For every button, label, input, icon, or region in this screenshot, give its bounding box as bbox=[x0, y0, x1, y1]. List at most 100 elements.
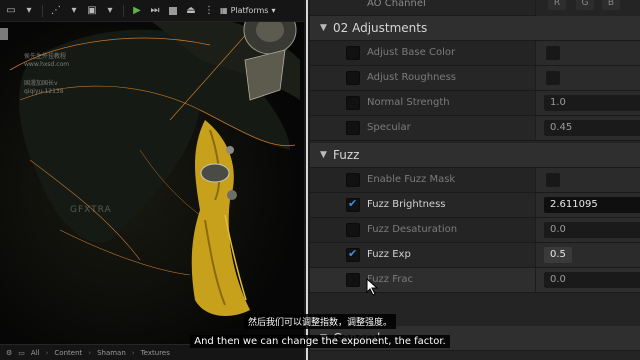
watermark-center: GFXTRA bbox=[70, 205, 112, 215]
watermark-line: 侯先生外挂教程 bbox=[24, 53, 67, 60]
name-column: Fuzz Brightness bbox=[310, 193, 535, 217]
mouse-cursor-icon bbox=[366, 278, 378, 296]
numeric-input[interactable]: 0.5 bbox=[544, 247, 572, 263]
crumb-textures[interactable]: Textures bbox=[141, 349, 170, 357]
platforms-icon: ▦ bbox=[220, 6, 228, 15]
viewport-options-tab[interactable] bbox=[0, 28, 8, 40]
property-label: Adjust Roughness bbox=[367, 72, 456, 83]
channel-g-toggle[interactable]: G bbox=[576, 0, 594, 10]
transform-tools-icon[interactable]: ⋰ bbox=[49, 4, 63, 18]
override-checkbox[interactable] bbox=[346, 46, 360, 60]
dropdown-chevron-icon[interactable]: ▾ bbox=[103, 4, 117, 18]
watermark-text: 国漫加国长v qiqiyu-12138 bbox=[24, 80, 64, 96]
watermark-line: 国漫加国长v bbox=[24, 80, 58, 87]
property-label: Specular bbox=[367, 122, 411, 133]
folder-icon[interactable]: ▭ bbox=[18, 349, 25, 357]
value-column: 1.0 bbox=[535, 91, 640, 115]
section-title: General bbox=[333, 331, 381, 345]
override-checkbox-checked[interactable] bbox=[346, 247, 360, 262]
ao-channel-row: AO Channel R G B bbox=[310, 0, 640, 16]
name-column: Fuzz Exp bbox=[310, 243, 535, 267]
property-row-normal-strength: Normal Strength 1.0 bbox=[310, 91, 640, 116]
value-column: 0.0 bbox=[535, 218, 640, 242]
override-checkbox[interactable] bbox=[346, 96, 360, 110]
numeric-input[interactable]: 0.45 bbox=[544, 120, 640, 136]
property-label: Fuzz Exp bbox=[367, 249, 411, 260]
level-viewport[interactable]: ▭ ▾ ⋰ ▾ ▣ ▾ ▶ ⏭ ⏏ ⋮ ▦ Platforms ▾ 侯先生外挂教… bbox=[0, 0, 304, 344]
value-checkbox[interactable] bbox=[546, 71, 560, 85]
section-title: Fuzz bbox=[333, 148, 360, 162]
property-row-fuzz-exp: Fuzz Exp 0.5 bbox=[310, 243, 640, 268]
override-checkbox[interactable] bbox=[346, 273, 360, 287]
details-panel: AO Channel R G B ▼ 02 Adjustments Adjust… bbox=[310, 0, 640, 360]
settings-icon[interactable]: ⚙ bbox=[6, 349, 12, 357]
eject-icon[interactable]: ⏏ bbox=[184, 4, 198, 18]
chevron-right-icon: › bbox=[131, 348, 135, 357]
property-row-fuzz-desaturation: Fuzz Desaturation 0.0 bbox=[310, 218, 640, 243]
name-column: Adjust Base Color bbox=[310, 41, 535, 65]
platforms-menu[interactable]: ▦ Platforms ▾ bbox=[220, 6, 275, 15]
property-label: Fuzz Brightness bbox=[367, 199, 446, 210]
chevron-down-icon: ▼ bbox=[320, 23, 327, 33]
property-row-enable-fuzz-mask: Enable Fuzz Mask bbox=[310, 168, 640, 193]
crumb-content[interactable]: Content bbox=[54, 349, 82, 357]
watermark-text: 侯先生外挂教程 www.hxsd.com bbox=[24, 53, 69, 69]
skip-forward-icon[interactable]: ⏭ bbox=[148, 4, 162, 18]
section-header-general[interactable]: ▼ General bbox=[310, 326, 640, 351]
name-column: AO Channel bbox=[310, 0, 535, 16]
property-label: Fuzz Desaturation bbox=[367, 224, 458, 235]
watermark-line: qiqiyu-12138 bbox=[24, 88, 64, 95]
section-header-adjustments[interactable]: ▼ 02 Adjustments bbox=[310, 16, 640, 41]
ao-channel-label: AO Channel bbox=[367, 0, 426, 9]
crumb-all[interactable]: All bbox=[31, 349, 40, 357]
name-column: Specular bbox=[310, 116, 535, 140]
viewport-scene bbox=[9, 5, 300, 316]
channel-r-toggle[interactable]: R bbox=[548, 0, 566, 10]
property-row-fuzz-frac: Fuzz Frac 0.0 bbox=[310, 268, 640, 293]
toolbar-divider bbox=[123, 4, 124, 17]
property-label: Normal Strength bbox=[367, 97, 450, 108]
value-column: 0.5 bbox=[535, 243, 640, 267]
folder-icon[interactable]: ▭ bbox=[4, 4, 18, 18]
value-column: 0.0 bbox=[535, 268, 640, 292]
value-column: 2.611095 bbox=[535, 193, 640, 217]
dropdown-chevron-icon[interactable]: ▾ bbox=[67, 4, 81, 18]
content-browser-bar: ⚙ ▭ All › Content › Shaman › Textures bbox=[0, 344, 304, 360]
property-row-adjust-roughness: Adjust Roughness bbox=[310, 66, 640, 91]
viewport-toolbar: ▭ ▾ ⋰ ▾ ▣ ▾ ▶ ⏭ ⏏ ⋮ ▦ Platforms ▾ bbox=[0, 0, 304, 22]
platforms-label: Platforms bbox=[230, 6, 269, 15]
numeric-input[interactable]: 2.611095 bbox=[544, 197, 640, 213]
value-column bbox=[535, 168, 640, 192]
stop-icon bbox=[169, 6, 177, 15]
section-title: 02 Adjustments bbox=[333, 21, 428, 35]
dropdown-chevron-icon[interactable]: ▾ bbox=[22, 4, 36, 18]
channel-b-toggle[interactable]: B bbox=[602, 0, 620, 10]
blueprint-icon[interactable]: ▣ bbox=[85, 4, 99, 18]
name-column: Normal Strength bbox=[310, 91, 535, 115]
numeric-input[interactable]: 0.0 bbox=[544, 222, 640, 238]
value-checkbox[interactable] bbox=[546, 46, 560, 60]
override-checkbox[interactable] bbox=[346, 71, 360, 85]
chevron-right-icon: › bbox=[88, 348, 92, 357]
numeric-input[interactable]: 1.0 bbox=[544, 95, 640, 111]
chevron-down-icon: ▼ bbox=[320, 150, 327, 160]
toolbar-divider bbox=[42, 4, 43, 17]
numeric-input[interactable]: 0.0 bbox=[544, 272, 640, 288]
name-column: Enable Fuzz Mask bbox=[310, 168, 535, 192]
value-checkbox[interactable] bbox=[546, 173, 560, 187]
stop-button[interactable] bbox=[166, 4, 180, 18]
override-checkbox[interactable] bbox=[346, 173, 360, 187]
value-column: 0.45 bbox=[535, 116, 640, 140]
section-header-fuzz[interactable]: ▼ Fuzz bbox=[310, 143, 640, 168]
property-row-specular: Specular 0.45 bbox=[310, 116, 640, 141]
more-options-icon[interactable]: ⋮ bbox=[202, 4, 216, 18]
play-icon[interactable]: ▶ bbox=[130, 4, 144, 18]
name-column: Adjust Roughness bbox=[310, 66, 535, 90]
crumb-shaman[interactable]: Shaman bbox=[97, 349, 126, 357]
override-checkbox-checked[interactable] bbox=[346, 197, 360, 212]
value-column bbox=[535, 66, 640, 90]
chevron-down-icon: ▼ bbox=[320, 333, 327, 343]
override-checkbox[interactable] bbox=[346, 223, 360, 237]
override-checkbox[interactable] bbox=[346, 121, 360, 135]
value-column bbox=[535, 41, 640, 65]
